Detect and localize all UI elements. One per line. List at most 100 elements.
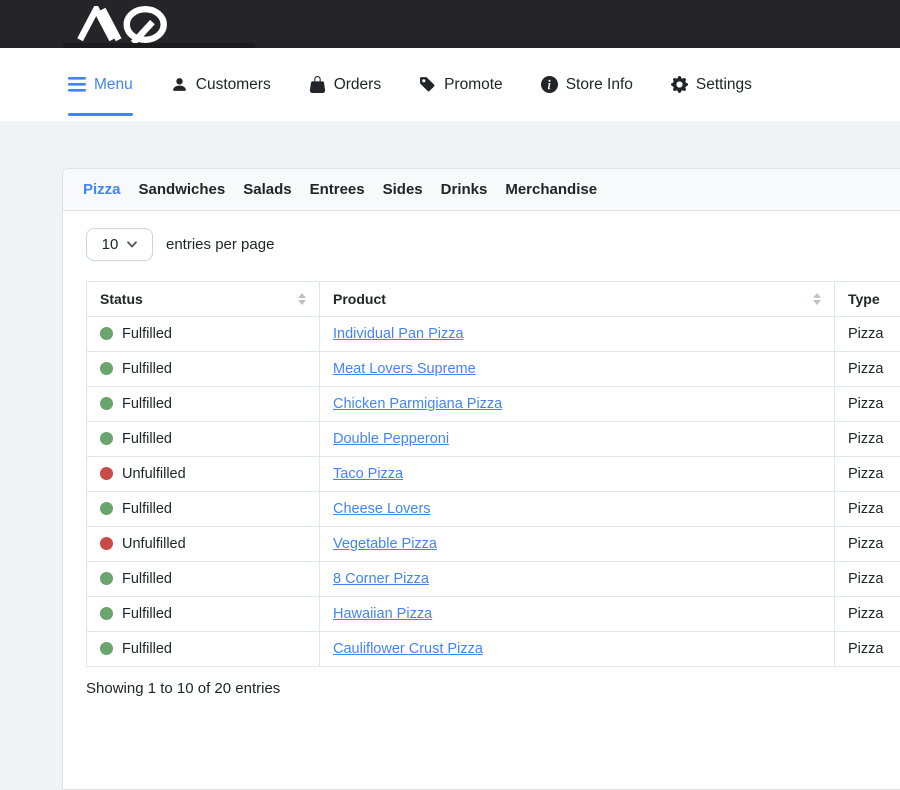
- tab-merchandise[interactable]: Merchandise: [505, 181, 597, 198]
- product-cell: Hawaiian Pizza: [320, 597, 835, 632]
- column-label: Product: [333, 291, 386, 307]
- table-row: Fulfilled Cauliflower Crust Pizza Pizza: [87, 632, 900, 667]
- nav-label: Orders: [334, 76, 381, 94]
- tab-sides[interactable]: Sides: [383, 181, 423, 198]
- status-dot-icon: [100, 572, 113, 585]
- table-row: Fulfilled Individual Pan Pizza Pizza: [87, 317, 900, 352]
- product-link[interactable]: Meat Lovers Supreme: [333, 361, 476, 377]
- status-dot-icon: [100, 607, 113, 620]
- status-cell: Fulfilled: [87, 317, 320, 352]
- product-cell: Individual Pan Pizza: [320, 317, 835, 352]
- tab-drinks[interactable]: Drinks: [441, 181, 488, 198]
- nav-label: Menu: [94, 76, 133, 94]
- status-cell: Fulfilled: [87, 562, 320, 597]
- nav-item-menu[interactable]: Menu: [68, 48, 133, 121]
- gear-icon: [671, 76, 688, 93]
- product-link[interactable]: Double Pepperoni: [333, 431, 449, 447]
- status-label: Fulfilled: [122, 326, 172, 342]
- chevron-down-icon: [127, 241, 137, 248]
- entries-summary: Showing 1 to 10 of 20 entries: [86, 680, 900, 697]
- product-link[interactable]: Hawaiian Pizza: [333, 606, 432, 622]
- status-label: Fulfilled: [122, 431, 172, 447]
- product-link[interactable]: Cheese Lovers: [333, 501, 431, 517]
- status-dot-icon: [100, 432, 113, 445]
- tab-pizza[interactable]: Pizza: [83, 181, 121, 198]
- table-row: Unfulfilled Taco Pizza Pizza: [87, 457, 900, 492]
- type-cell: Pizza: [835, 317, 900, 352]
- type-cell: Pizza: [835, 457, 900, 492]
- status-cell: Fulfilled: [87, 597, 320, 632]
- product-link[interactable]: Chicken Parmigiana Pizza: [333, 396, 502, 412]
- brand-bar: [0, 0, 900, 48]
- type-cell: Pizza: [835, 352, 900, 387]
- column-header-status[interactable]: Status: [87, 282, 320, 317]
- type-cell: Pizza: [835, 632, 900, 667]
- nav-item-store-info[interactable]: Store Info: [541, 48, 633, 121]
- column-label: Status: [100, 291, 143, 307]
- status-label: Unfulfilled: [122, 466, 186, 482]
- status-cell: Fulfilled: [87, 387, 320, 422]
- tag-icon: [419, 76, 436, 93]
- table-row: Fulfilled Cheese Lovers Pizza: [87, 492, 900, 527]
- person-icon: [171, 76, 188, 93]
- products-table: Status Product Type Fulfilled Individual…: [86, 281, 900, 667]
- product-link[interactable]: Taco Pizza: [333, 466, 403, 482]
- sort-icon[interactable]: [298, 293, 306, 305]
- nav-label: Store Info: [566, 76, 633, 94]
- table-row: Fulfilled Meat Lovers Supreme Pizza: [87, 352, 900, 387]
- product-cell: Double Pepperoni: [320, 422, 835, 457]
- tab-salads[interactable]: Salads: [243, 181, 291, 198]
- column-header-product[interactable]: Product: [320, 282, 835, 317]
- product-link[interactable]: 8 Corner Pizza: [333, 571, 429, 587]
- status-label: Unfulfilled: [122, 536, 186, 552]
- hamburger-icon: [68, 77, 86, 92]
- nav-item-promote[interactable]: Promote: [419, 48, 503, 121]
- nav-item-settings[interactable]: Settings: [671, 48, 752, 121]
- active-nav-underline: [68, 113, 133, 116]
- product-cell: Chicken Parmigiana Pizza: [320, 387, 835, 422]
- nav-item-orders[interactable]: Orders: [309, 48, 381, 121]
- status-cell: Fulfilled: [87, 352, 320, 387]
- tab-sandwiches[interactable]: Sandwiches: [139, 181, 226, 198]
- nav-label: Settings: [696, 76, 752, 94]
- type-cell: Pizza: [835, 422, 900, 457]
- table-header-row: Status Product Type: [87, 282, 900, 317]
- type-cell: Pizza: [835, 562, 900, 597]
- status-cell: Fulfilled: [87, 632, 320, 667]
- page-size-row: 10 entries per page: [86, 228, 900, 261]
- nav-label: Customers: [196, 76, 271, 94]
- status-cell: Unfulfilled: [87, 527, 320, 562]
- status-dot-icon: [100, 362, 113, 375]
- status-dot-icon: [100, 502, 113, 515]
- type-cell: Pizza: [835, 527, 900, 562]
- table-row: Fulfilled Chicken Parmigiana Pizza Pizza: [87, 387, 900, 422]
- status-cell: Fulfilled: [87, 422, 320, 457]
- status-label: Fulfilled: [122, 606, 172, 622]
- table-row: Unfulfilled Vegetable Pizza Pizza: [87, 527, 900, 562]
- type-cell: Pizza: [835, 597, 900, 632]
- sort-icon[interactable]: [813, 293, 821, 305]
- table-row: Fulfilled 8 Corner Pizza Pizza: [87, 562, 900, 597]
- status-dot-icon: [100, 642, 113, 655]
- category-tabs: Pizza Sandwiches Salads Entrees Sides Dr…: [63, 169, 900, 211]
- info-circle-icon: [541, 76, 558, 93]
- table-row: Fulfilled Hawaiian Pizza Pizza: [87, 597, 900, 632]
- entries-per-page-value: 10: [102, 236, 119, 253]
- table-row: Fulfilled Double Pepperoni Pizza: [87, 422, 900, 457]
- entries-per-page-select[interactable]: 10: [86, 228, 153, 261]
- status-label: Fulfilled: [122, 501, 172, 517]
- status-dot-icon: [100, 397, 113, 410]
- tab-entrees[interactable]: Entrees: [310, 181, 365, 198]
- product-link[interactable]: Cauliflower Crust Pizza: [333, 641, 483, 657]
- column-header-type[interactable]: Type: [835, 282, 900, 317]
- status-cell: Fulfilled: [87, 492, 320, 527]
- product-cell: Taco Pizza: [320, 457, 835, 492]
- menu-card: Pizza Sandwiches Salads Entrees Sides Dr…: [62, 168, 900, 790]
- product-cell: Cauliflower Crust Pizza: [320, 632, 835, 667]
- nav-item-customers[interactable]: Customers: [171, 48, 271, 121]
- entries-per-page-label: entries per page: [166, 236, 274, 253]
- product-cell: Meat Lovers Supreme: [320, 352, 835, 387]
- product-link[interactable]: Vegetable Pizza: [333, 536, 437, 552]
- product-link[interactable]: Individual Pan Pizza: [333, 326, 464, 342]
- status-dot-icon: [100, 537, 113, 550]
